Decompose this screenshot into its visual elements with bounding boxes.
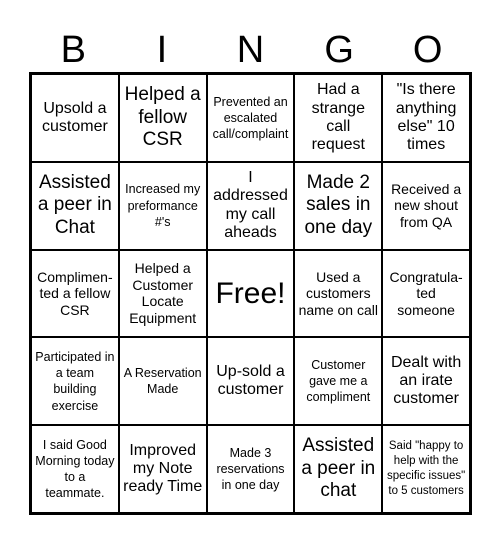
cell-text: Made 3 reservations in one day: [216, 445, 285, 493]
header-letter-o: O: [412, 29, 443, 71]
cell-text: Prevented an escalated call/complaint: [212, 94, 289, 142]
free-space-cell[interactable]: Free!: [206, 249, 295, 338]
bingo-cell[interactable]: A Reservation Made: [118, 337, 207, 426]
cell-text: I addressed my call aheads: [213, 168, 288, 242]
bingo-card: Upsold a customer Helped a fellow CSR Pr…: [29, 72, 472, 515]
bingo-cell[interactable]: Made 3 reservations in one day: [206, 425, 295, 513]
cell-text: Had a strange call request: [311, 81, 365, 154]
cell-text: Customer gave me a compliment: [306, 357, 371, 405]
bingo-cell[interactable]: Dealt with an irate customer: [382, 337, 470, 426]
bingo-cell[interactable]: Received a new shout from QA: [382, 161, 470, 250]
cell-text: Congratula-ted someone: [389, 268, 463, 318]
cell-text: Free!: [215, 276, 286, 310]
bingo-cell[interactable]: Used a customers name on call: [294, 249, 383, 338]
cell-text: Increased my preformance #'s: [125, 182, 201, 229]
bingo-cell[interactable]: I addressed my call aheads: [206, 161, 295, 250]
bingo-cell[interactable]: I said Good Morning today to a teammate.: [31, 425, 119, 513]
bingo-cell[interactable]: Assisted a peer in chat: [294, 425, 383, 513]
bingo-cell[interactable]: Helped a Customer Locate Equipment: [118, 249, 207, 338]
bingo-cell[interactable]: Said "happy to help with the specific is…: [382, 425, 470, 513]
cell-text: Complimen-ted a fellow CSR: [37, 268, 113, 318]
bingo-cell[interactable]: Helped a fellow CSR: [118, 74, 207, 162]
header-letter-g: G: [324, 29, 354, 71]
cell-text: Used a customers name on call: [298, 268, 378, 318]
bingo-cell[interactable]: Participated in a team building exercise: [31, 337, 119, 426]
cell-text: Received a new shout from QA: [391, 180, 462, 230]
bingo-header: B I N G O: [29, 28, 472, 72]
cell-text: A Reservation Made: [123, 366, 202, 397]
bingo-cell[interactable]: Made 2 sales in one day: [294, 161, 383, 250]
bingo-cell[interactable]: Congratula-ted someone: [382, 249, 470, 338]
cell-text: Assisted a peer in Chat: [37, 171, 112, 239]
cell-text: Participated in a team building exercise: [35, 349, 115, 413]
header-letter-b: B: [60, 29, 86, 71]
cell-text: "Is there anything else" 10 times: [395, 81, 457, 154]
cell-text: Helped a Customer Locate Equipment: [129, 260, 197, 326]
bingo-cell[interactable]: Prevented an escalated call/complaint: [206, 74, 295, 162]
bingo-cell[interactable]: Had a strange call request: [294, 74, 383, 162]
header-letter-n: N: [236, 29, 265, 71]
bingo-cell[interactable]: Up-sold a customer: [206, 337, 295, 426]
bingo-cell[interactable]: Assisted a peer in Chat: [31, 161, 119, 250]
bingo-cell[interactable]: Complimen-ted a fellow CSR: [31, 249, 119, 338]
cell-text: Improved my Note ready Time: [123, 441, 203, 496]
cell-text: Said "happy to help with the specific is…: [386, 440, 466, 498]
cell-text: Up-sold a customer: [216, 362, 285, 399]
header-letter-i: I: [156, 29, 168, 71]
bingo-cell[interactable]: Improved my Note ready Time: [118, 425, 207, 513]
cell-text: Upsold a customer: [42, 99, 108, 135]
cell-text: Made 2 sales in one day: [304, 171, 373, 239]
bingo-cell[interactable]: Upsold a customer: [31, 74, 119, 162]
bingo-cell[interactable]: Customer gave me a compliment: [294, 337, 383, 426]
cell-text: Assisted a peer in chat: [301, 434, 376, 502]
cell-text: Dealt with an irate customer: [390, 353, 462, 408]
cell-text: Helped a fellow CSR: [124, 83, 201, 151]
bingo-cell[interactable]: Increased my preformance #'s: [118, 161, 207, 250]
cell-text: I said Good Morning today to a teammate.: [35, 437, 115, 501]
bingo-cell[interactable]: "Is there anything else" 10 times: [382, 74, 470, 162]
